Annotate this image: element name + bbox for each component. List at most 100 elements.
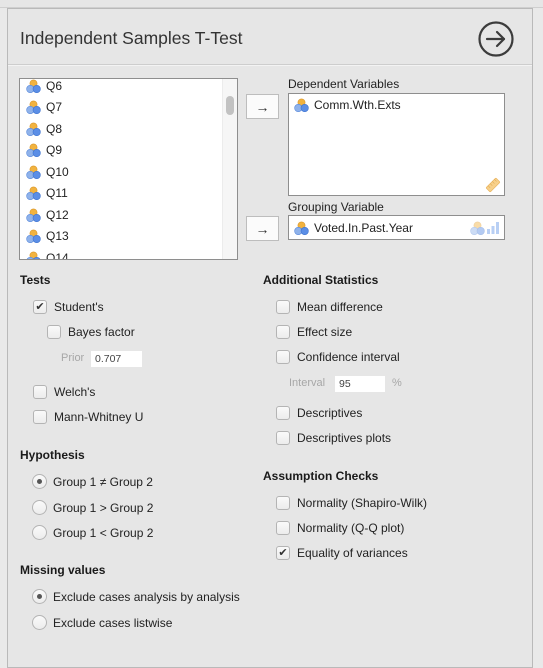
radio-button[interactable] [32, 525, 47, 540]
nominal-variable-icon [26, 186, 41, 201]
hypothesis-radio-not-equal[interactable]: Group 1 ≠ Group 2 [32, 474, 153, 489]
descriptives-checkbox[interactable]: Descriptives [276, 406, 362, 420]
nominal-variable-icon [26, 122, 41, 136]
grouping-variable-name: Voted.In.Past.Year [314, 220, 413, 235]
variables-scrollbar[interactable] [222, 79, 237, 259]
normality-qq-checkbox[interactable]: Normality (Q-Q plot) [276, 521, 404, 535]
interval-unit: % [392, 377, 402, 389]
effect-size-checkbox[interactable]: Effect size [276, 325, 352, 339]
variable-list-item[interactable]: Q7 [20, 97, 224, 119]
descriptives-plots-label: Descriptives plots [297, 431, 392, 445]
prior-label: Prior [61, 352, 85, 364]
missing-radio-analysis-by-analysis[interactable]: Exclude cases analysis by analysis [32, 589, 240, 604]
missing-radio-listwise[interactable]: Exclude cases listwise [32, 615, 172, 630]
welchs-checkbox-box[interactable] [33, 385, 47, 399]
nominal-variable-icon [294, 98, 309, 112]
assumption-checks-title: Assumption Checks [263, 469, 379, 483]
normality-shapiro-wilk-checkbox[interactable]: Normality (Shapiro-Wilk) [276, 496, 427, 510]
variable-list-item[interactable]: Q6 [20, 79, 224, 97]
variable-name: Q8 [46, 121, 63, 136]
mann-whitney-checkbox[interactable]: Mann-Whitney U [33, 410, 143, 424]
variable-name: Q14 [46, 250, 69, 260]
variable-name: Q10 [46, 164, 69, 179]
prior-input[interactable] [91, 351, 142, 367]
descriptives-plots-checkbox-box[interactable] [276, 431, 290, 445]
check-icon: ✔ [278, 546, 288, 559]
dependent-variable-name: Comm.Wth.Exts [314, 98, 401, 112]
nominal-variable-icon [26, 79, 41, 93]
variable-list-item[interactable]: Q9 [20, 140, 224, 162]
equality-variances-label: Equality of variances [297, 546, 408, 560]
variable-list-item[interactable]: Q11 [20, 183, 224, 205]
students-label: Student's [54, 300, 104, 314]
descriptives-checkbox-box[interactable] [276, 406, 290, 420]
students-checkbox[interactable]: ✔ Student's [33, 300, 104, 314]
analysis-title: Independent Samples T-Test [20, 28, 243, 48]
normality-qq-label: Normality (Q-Q plot) [297, 521, 405, 535]
nominal-variable-icon [26, 208, 41, 222]
confidence-interval-checkbox[interactable]: Confidence interval [276, 350, 400, 364]
nominal-variable-icon [470, 221, 485, 235]
available-variables-list[interactable]: Q6 Q7 Q8 Q9 Q10 Q11 Q12 Q13 Q14 [19, 78, 238, 260]
grouping-variable-label: Grouping Variable [288, 200, 384, 214]
bayes-factor-checkbox-box[interactable] [47, 325, 61, 339]
confidence-interval-checkbox-box[interactable] [276, 350, 290, 364]
radio-selected-dot [37, 479, 42, 484]
normality-qq-checkbox-box[interactable] [276, 521, 290, 535]
welchs-label: Welch's [54, 385, 96, 399]
dependent-variables-box[interactable]: Comm.Wth.Exts [288, 93, 505, 196]
hypothesis-radio-greater[interactable]: Group 1 > Group 2 [32, 500, 153, 515]
hypothesis-radio-less[interactable]: Group 1 < Group 2 [32, 525, 153, 540]
nominal-variable-icon [26, 100, 41, 115]
hypothesis-title: Hypothesis [20, 448, 85, 462]
assign-grouping-button[interactable]: → [246, 216, 279, 241]
window-top-strip [0, 0, 543, 8]
variable-name: Q12 [46, 207, 69, 222]
scale-ruler-icon [485, 177, 501, 193]
normality-sw-checkbox-box[interactable] [276, 496, 290, 510]
missing-listwise-label: Exclude cases listwise [53, 615, 173, 630]
bayes-factor-checkbox[interactable]: Bayes factor [47, 325, 135, 339]
nominal-variable-icon [26, 251, 41, 259]
radio-button[interactable] [32, 615, 47, 630]
mean-difference-checkbox-box[interactable] [276, 300, 290, 314]
variable-name: Q11 [46, 186, 68, 201]
radio-button[interactable] [32, 500, 47, 515]
scrollbar-thumb[interactable] [226, 96, 234, 115]
variable-list-item[interactable]: Q10 [20, 161, 224, 183]
variable-list-item[interactable]: Q8 [20, 118, 224, 140]
effect-size-label: Effect size [297, 325, 353, 339]
mann-whitney-label: Mann-Whitney U [54, 410, 144, 424]
equality-variances-checkbox-box[interactable]: ✔ [276, 546, 290, 560]
arrow-circle-right-icon[interactable] [477, 20, 515, 58]
radio-button[interactable] [32, 474, 47, 489]
mann-whitney-checkbox-box[interactable] [33, 410, 47, 424]
check-icon: ✔ [35, 300, 45, 313]
radio-button[interactable] [32, 589, 47, 604]
variable-list-item[interactable]: Q13 [20, 226, 224, 248]
descriptives-label: Descriptives [297, 406, 363, 420]
variable-list-item[interactable]: Q12 [20, 204, 224, 226]
radio-selected-dot [37, 594, 42, 599]
additional-statistics-title: Additional Statistics [263, 273, 379, 287]
interval-label: Interval [289, 377, 326, 389]
interval-input[interactable] [335, 376, 385, 392]
missing-analysis-label: Exclude cases analysis by analysis [53, 589, 240, 604]
nominal-variable-icon [26, 165, 41, 179]
hypothesis-greater-label: Group 1 > Group 2 [53, 500, 154, 515]
descriptives-plots-checkbox[interactable]: Descriptives plots [276, 431, 391, 445]
missing-values-title: Missing values [20, 563, 106, 577]
equality-of-variances-checkbox[interactable]: ✔ Equality of variances [276, 546, 408, 560]
ordinal-bars-icon [487, 222, 499, 234]
bayes-factor-label: Bayes factor [68, 325, 135, 339]
hypothesis-less-label: Group 1 < Group 2 [53, 525, 154, 540]
nominal-variable-icon [294, 221, 309, 235]
assign-dependent-button[interactable]: → [246, 94, 279, 119]
effect-size-checkbox-box[interactable] [276, 325, 290, 339]
variable-list-item[interactable]: Q14 [20, 247, 224, 260]
mean-difference-checkbox[interactable]: Mean difference [276, 300, 383, 314]
welchs-checkbox[interactable]: Welch's [33, 385, 95, 399]
students-checkbox-box[interactable]: ✔ [33, 300, 47, 314]
dependent-variable-item[interactable]: Comm.Wth.Exts [289, 94, 504, 116]
grouping-variable-box[interactable]: Voted.In.Past.Year [288, 215, 505, 240]
